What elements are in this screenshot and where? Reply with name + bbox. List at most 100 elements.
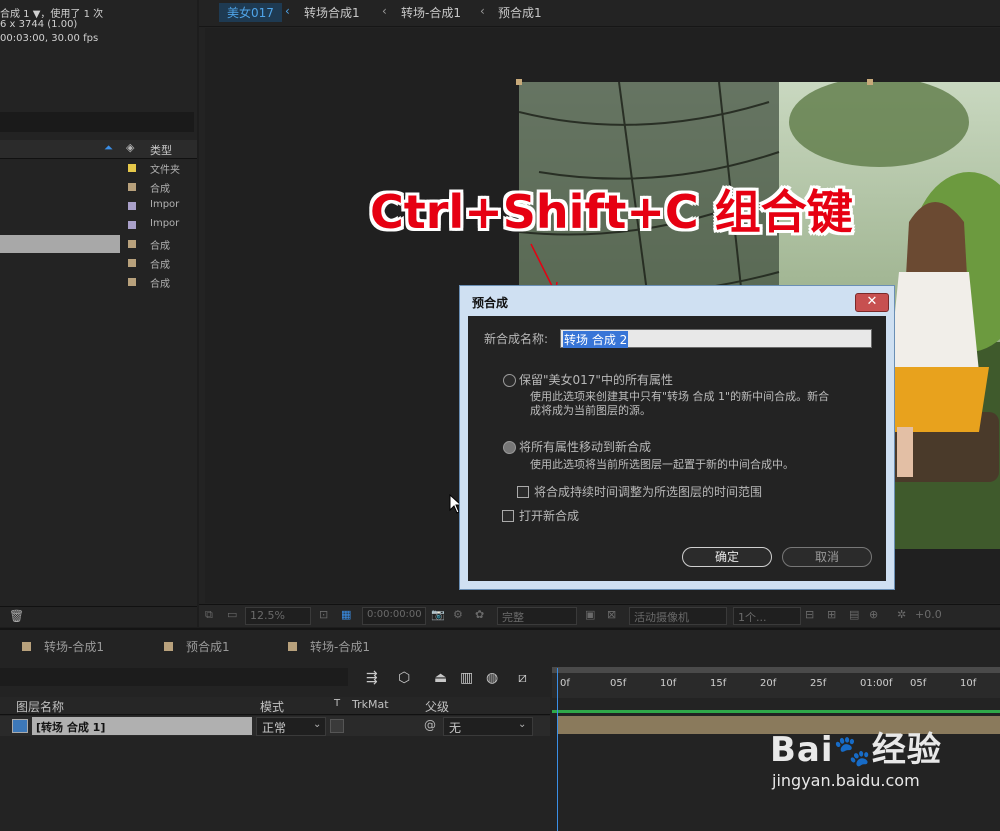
layer-row[interactable]: [转场 合成 1] 正常 ⌄ @ 无 ⌄ bbox=[0, 716, 550, 736]
label-color-swatch[interactable] bbox=[128, 278, 136, 286]
breadcrumb-item[interactable]: 预合成1 bbox=[498, 4, 542, 21]
breadcrumb-separator: ‹ bbox=[480, 4, 485, 18]
color-icon[interactable]: ✿ bbox=[475, 608, 484, 621]
chevron-down-icon: ⌄ bbox=[313, 719, 322, 730]
ruler-tick-label: 10f bbox=[660, 678, 677, 689]
reset-icon[interactable]: ▤ bbox=[849, 608, 859, 621]
open-new-comp-label: 打开新合成 bbox=[519, 509, 580, 523]
motion-blur-icon[interactable]: ◍ bbox=[486, 670, 498, 686]
views-dropdown[interactable]: 1个... bbox=[733, 607, 801, 625]
move-attributes-radio[interactable] bbox=[503, 441, 516, 454]
draft-3d-icon[interactable]: ⬡ bbox=[398, 670, 410, 686]
item-type: Impor bbox=[150, 199, 180, 210]
resolution-dropdown[interactable]: 完整 bbox=[497, 607, 577, 625]
layer-name-header[interactable]: 图层名称 bbox=[16, 698, 64, 715]
close-icon: ✕ bbox=[866, 294, 878, 309]
comp-breadcrumb: 美女017 ‹ 转场合成1 ‹ 转场-合成1 ‹ 预合成1 bbox=[199, 0, 1000, 27]
timecode-field[interactable]: 0:00:00:00 bbox=[362, 607, 426, 625]
cancel-button[interactable]: 取消 bbox=[782, 547, 872, 567]
precompose-dialog: 预合成 ✕ 新合成名称: 转场 合成 2 保留"美女017"中的所有属性 使用此… bbox=[459, 285, 895, 590]
parent-header[interactable]: 父级 bbox=[425, 698, 449, 715]
comp-color-swatch bbox=[288, 642, 297, 651]
adjust-duration-checkbox[interactable] bbox=[517, 486, 529, 498]
breadcrumb-item[interactable]: 转场-合成1 bbox=[401, 4, 461, 21]
camera-snapshot-icon[interactable]: 📷 bbox=[431, 608, 445, 621]
blend-mode-dropdown[interactable]: 正常 ⌄ bbox=[256, 717, 326, 736]
label-color-swatch[interactable] bbox=[128, 164, 136, 172]
label-color-swatch[interactable] bbox=[128, 259, 136, 267]
watermark-url: jingyan.baidu.com bbox=[772, 771, 920, 790]
label-color-swatch[interactable] bbox=[128, 221, 136, 229]
monitor-icon[interactable]: ▭ bbox=[227, 608, 237, 621]
timeline-tab[interactable]: 转场-合成1 bbox=[288, 638, 370, 655]
channel-icon[interactable]: ⚙ bbox=[453, 608, 463, 621]
shy-layers-icon[interactable]: ⏏ bbox=[434, 670, 447, 686]
snapshot-icon[interactable]: ⧉ bbox=[205, 608, 213, 622]
layer-name[interactable]: [转场 合成 1] bbox=[36, 719, 105, 735]
project-item-row[interactable]: 合成 bbox=[0, 235, 180, 253]
frame-blending-icon[interactable]: ▥ bbox=[460, 670, 473, 686]
pick-whip-icon[interactable]: @ bbox=[424, 718, 436, 732]
transparency-icon[interactable]: ⊠ bbox=[607, 608, 616, 621]
project-item-row[interactable]: 合成 bbox=[0, 273, 180, 291]
breadcrumb-separator: ‹ bbox=[382, 4, 387, 18]
region-icon[interactable]: ▣ bbox=[585, 608, 595, 621]
exposure-icon[interactable]: ✲ bbox=[897, 608, 906, 621]
mode-header[interactable]: 模式 bbox=[260, 698, 284, 715]
fit-icon[interactable]: ⊡ bbox=[319, 608, 328, 621]
project-search-input[interactable] bbox=[0, 112, 194, 132]
trkmat-header[interactable]: TrkMat bbox=[352, 698, 389, 711]
label-color-swatch[interactable] bbox=[128, 183, 136, 191]
breadcrumb-item[interactable]: 美女017 bbox=[219, 3, 282, 22]
project-item-row[interactable]: 合成 bbox=[0, 178, 180, 196]
exposure-value[interactable]: +0.0 bbox=[915, 608, 942, 621]
project-footer: 🗑 bbox=[0, 606, 197, 627]
zoom-dropdown[interactable]: 12.5% bbox=[245, 607, 311, 625]
project-item-row[interactable]: Impor bbox=[0, 197, 180, 215]
watermark-brand2: 经验 bbox=[871, 730, 942, 770]
preserve-transparency-checkbox[interactable] bbox=[330, 719, 344, 733]
ok-button[interactable]: 确定 bbox=[682, 547, 772, 567]
breadcrumb-item[interactable]: 转场合成1 bbox=[304, 4, 360, 21]
parent-dropdown[interactable]: 无 ⌄ bbox=[443, 717, 533, 736]
transform-handle[interactable] bbox=[516, 79, 522, 85]
shortcut-annotation: Ctrl+Shift+C 组合键 bbox=[370, 185, 853, 239]
item-type: 合成 bbox=[150, 279, 170, 290]
work-area-bar[interactable] bbox=[552, 667, 1000, 673]
flowchart-icon[interactable]: ⊕ bbox=[869, 608, 878, 621]
new-comp-name-input[interactable]: 转场 合成 2 bbox=[560, 329, 872, 348]
graph-editor-icon[interactable]: ⧄ bbox=[518, 670, 527, 686]
sort-ascending-icon[interactable]: ⏶ bbox=[104, 141, 113, 155]
current-time-indicator[interactable] bbox=[557, 668, 558, 831]
timeline-tab[interactable]: 预合成1 bbox=[164, 638, 230, 655]
label-color-swatch[interactable] bbox=[128, 202, 136, 210]
chevron-down-icon: ⌄ bbox=[518, 719, 527, 730]
type-column-header[interactable]: 类型 bbox=[150, 142, 172, 158]
t-header[interactable]: T bbox=[334, 698, 340, 709]
label-tag-icon[interactable]: ◈ bbox=[126, 141, 134, 154]
comp-color-swatch bbox=[22, 642, 31, 651]
grid-icon[interactable]: ▦ bbox=[341, 608, 351, 621]
layout-icon[interactable]: ⊟ bbox=[805, 608, 814, 621]
item-type: 合成 bbox=[150, 184, 170, 195]
keep-attributes-radio[interactable] bbox=[503, 374, 516, 387]
project-panel bbox=[0, 0, 197, 626]
layer-column-header: 图层名称 模式 T TrkMat 父级 bbox=[0, 697, 550, 715]
close-button[interactable]: ✕ bbox=[855, 293, 889, 312]
ruler-tick-label: 05f bbox=[910, 678, 927, 689]
timeline-tab[interactable]: 转场-合成1 bbox=[22, 638, 104, 655]
transform-handle[interactable] bbox=[867, 79, 873, 85]
paw-icon: 🐾 bbox=[833, 734, 872, 769]
trash-icon[interactable]: 🗑 bbox=[9, 609, 24, 623]
open-new-comp-checkbox[interactable] bbox=[502, 510, 514, 522]
adjust-duration-label: 将合成持续时间调整为所选图层的时间范围 bbox=[534, 485, 763, 499]
project-item-row[interactable]: Impor bbox=[0, 216, 180, 234]
flowchart-icon[interactable]: ⇶ bbox=[366, 670, 378, 686]
project-item-row[interactable]: 合成 bbox=[0, 254, 180, 272]
label-color-swatch[interactable] bbox=[128, 240, 136, 248]
project-item-row[interactable]: 文件夹 bbox=[0, 159, 180, 177]
baidu-watermark: Bai🐾经验 jingyan.baidu.com bbox=[770, 722, 942, 790]
3d-view-icon[interactable]: ⊞ bbox=[827, 608, 836, 621]
camera-dropdown[interactable]: 活动摄像机 bbox=[629, 607, 727, 625]
timeline-search-input[interactable] bbox=[0, 668, 348, 686]
